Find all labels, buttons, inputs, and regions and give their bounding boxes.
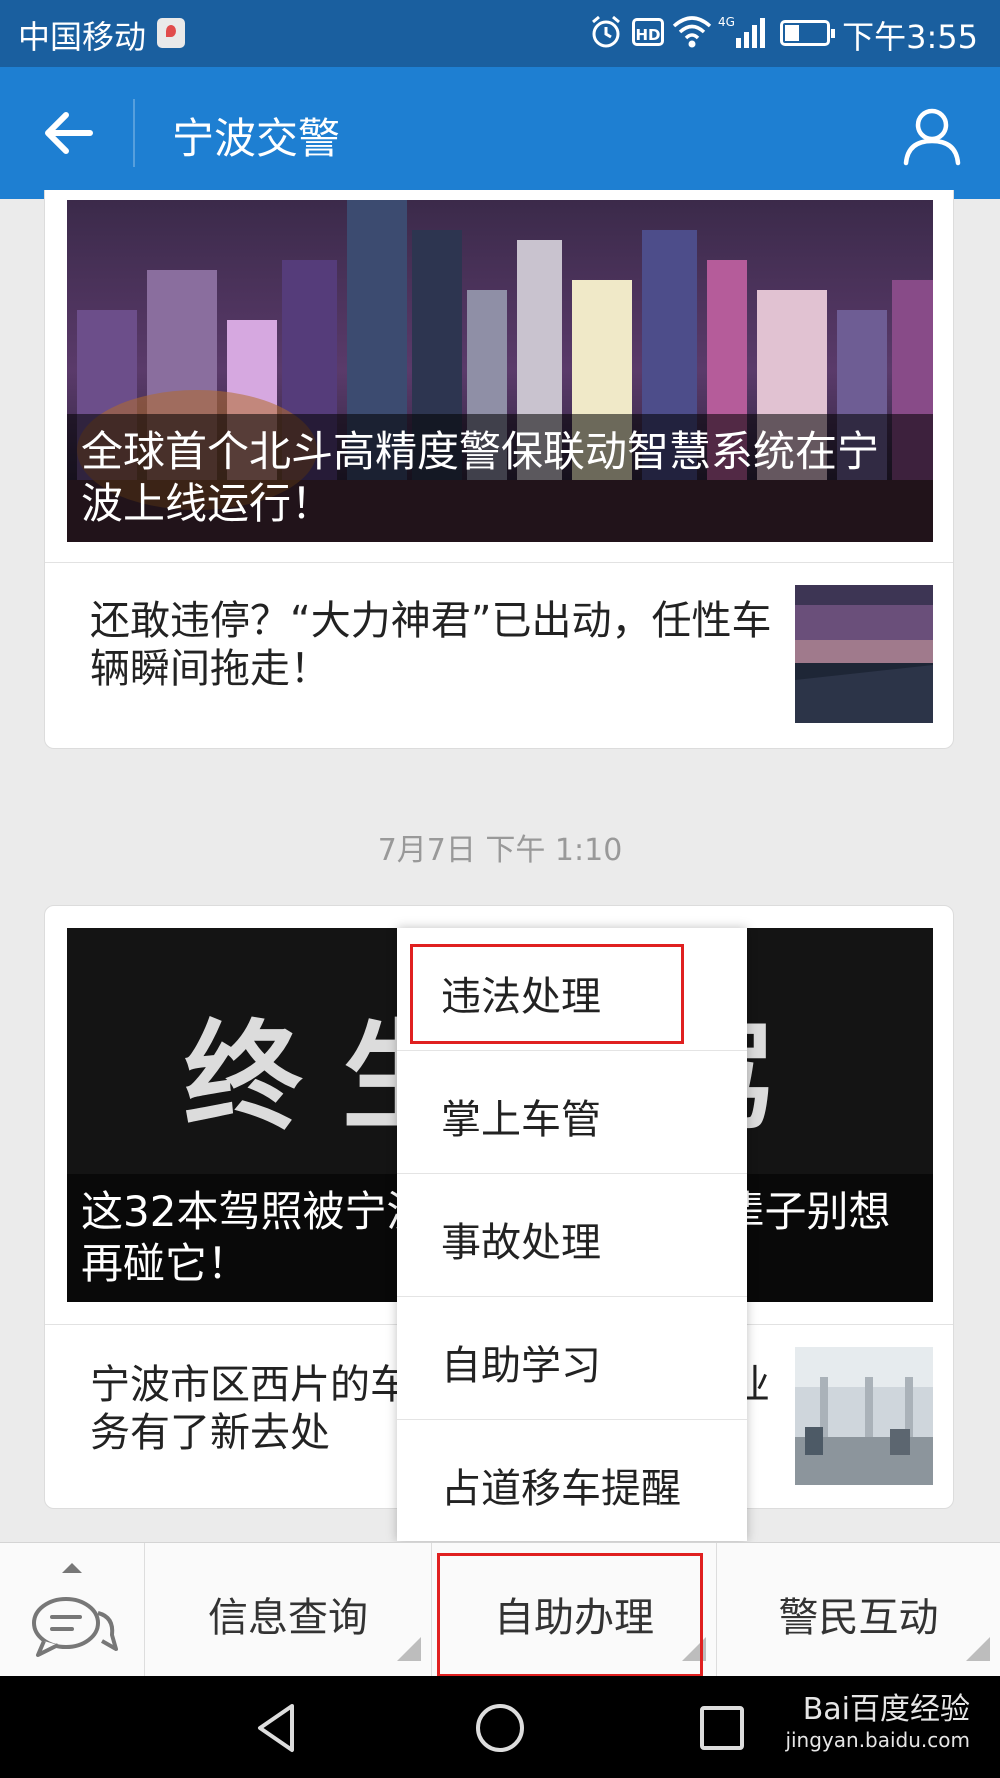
hero-caption: 全球首个北斗高精度警保联动智慧系统在宁波上线运行！ [67, 414, 933, 542]
menu-item-label: 占道移车提醒 [441, 1466, 681, 1512]
system-nav-bar: Bai百度经验 jingyan.baidu.com [0, 1676, 1000, 1778]
nav-recents-icon[interactable] [692, 1700, 752, 1756]
watermark: Bai百度经验 jingyan.baidu.com [785, 1684, 970, 1752]
watermark-main: Bai百度经验 [802, 1692, 970, 1727]
submenu-indicator-icon [397, 1637, 421, 1661]
signal-strength-icon: 4G [718, 15, 765, 48]
nav-home-icon[interactable] [470, 1700, 530, 1756]
bottom-menu-bar: 信息查询 自助办理 警民互动 [0, 1542, 1000, 1677]
tab-police-interaction[interactable]: 警民互动 [717, 1543, 1000, 1677]
hd-voice-icon: HD [632, 18, 664, 46]
menu-item-move-car-reminder[interactable]: 占道移车提醒 [397, 1420, 747, 1542]
page-title: 宁波交警 [172, 114, 341, 163]
list-item-thumbnail [795, 1347, 933, 1485]
highlight-box [410, 944, 684, 1044]
menu-item-label: 自助学习 [441, 1343, 601, 1389]
battery-icon [780, 20, 835, 46]
keyboard-toggle[interactable] [0, 1543, 145, 1677]
status-bar: 中国移动 HD 4G 下午3:55 [0, 0, 1000, 67]
news-card: 全球首个北斗高精度警保联动智慧系统在宁波上线运行！ 还敢违停？“大力神君”已出动… [44, 190, 954, 749]
app-header: 宁波交警 [0, 67, 1000, 199]
clock: 下午3:55 [842, 18, 978, 56]
chat-bubble-icon [32, 1563, 118, 1657]
menu-item-accident-handling[interactable]: 事故处理 [397, 1174, 747, 1296]
list-item-title: 还敢违停？“大力神君”已出动，任性车辆瞬间拖走！ [90, 598, 772, 692]
menu-item-label: 事故处理 [441, 1220, 601, 1266]
carrier-name: 中国移动 [18, 18, 147, 56]
tab-info-query[interactable]: 信息查询 [145, 1543, 432, 1677]
nav-back-icon[interactable] [248, 1700, 308, 1756]
hero-article[interactable]: 全球首个北斗高精度警保联动智慧系统在宁波上线运行！ [67, 200, 933, 542]
user-profile-icon[interactable] [900, 103, 964, 167]
submenu-indicator-icon [966, 1637, 990, 1661]
alarm-icon [592, 15, 620, 48]
submenu-popup: 违法处理 掌上车管 事故处理 自助学习 占道移车提醒 [397, 928, 747, 1541]
list-item[interactable]: 还敢违停？“大力神君”已出动，任性车辆瞬间拖走！ [45, 562, 953, 749]
watermark-sub: jingyan.baidu.com [785, 1728, 970, 1752]
menu-item-self-study[interactable]: 自助学习 [397, 1297, 747, 1419]
list-item-thumbnail [795, 585, 933, 723]
menu-item-label: 掌上车管 [441, 1097, 601, 1143]
network-type-label: 4G [718, 15, 735, 29]
maps-notification-icon [157, 18, 185, 48]
back-arrow-icon[interactable] [28, 95, 108, 171]
tab-label: 信息查询 [208, 1595, 368, 1641]
tab-label: 警民互动 [778, 1595, 939, 1641]
header-divider [133, 99, 135, 167]
wifi-icon [672, 16, 712, 48]
timestamp: 7月7日 下午 1:10 [377, 833, 623, 868]
highlight-box [437, 1553, 703, 1677]
menu-item-vehicle-management[interactable]: 掌上车管 [397, 1051, 747, 1173]
